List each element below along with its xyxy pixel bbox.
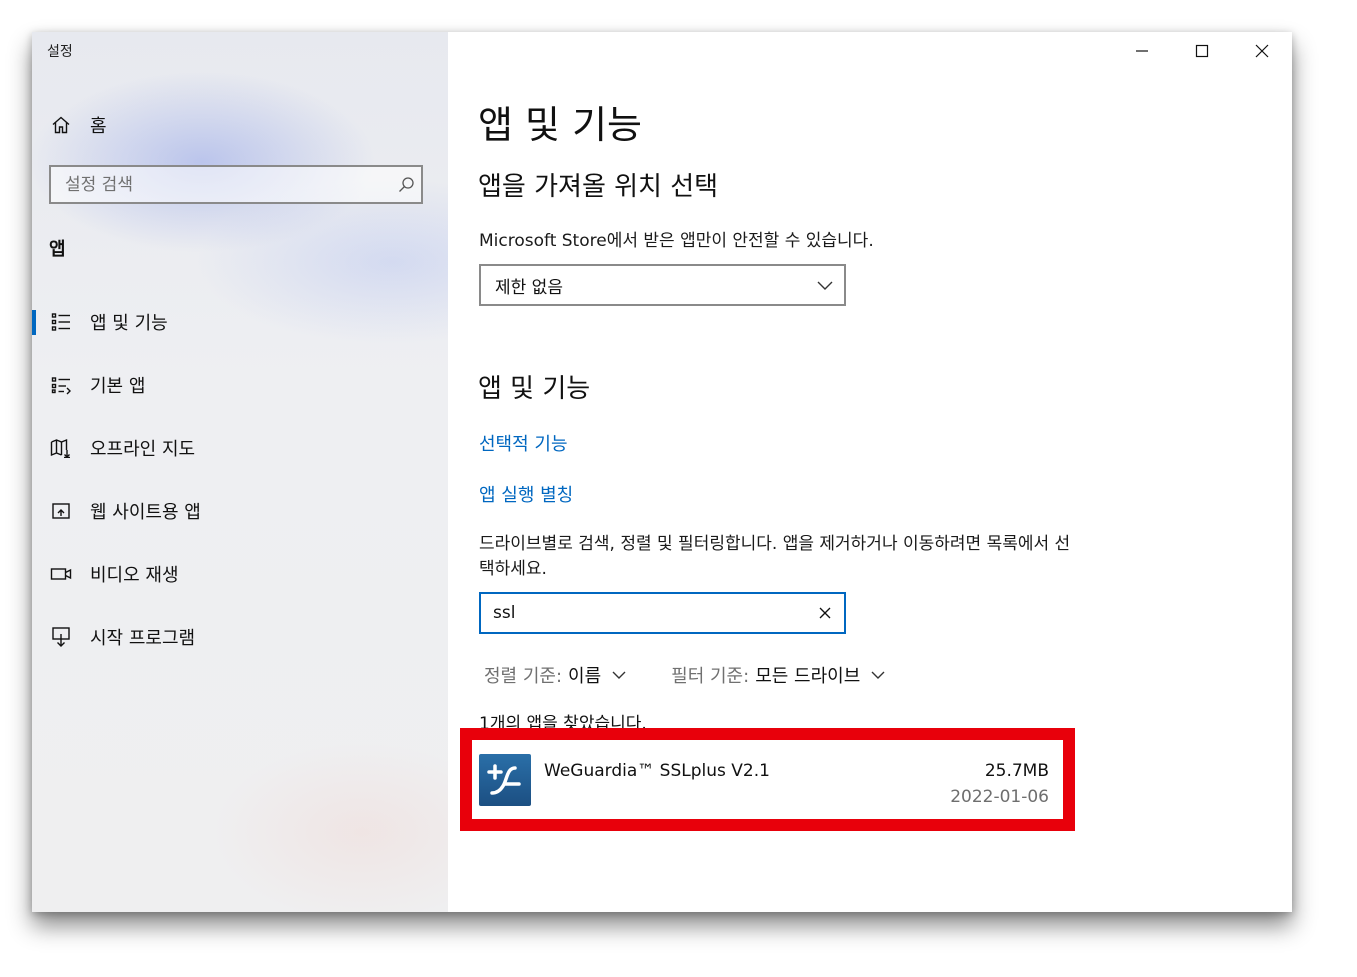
sidebar-item-label: 앱 및 기능 bbox=[90, 312, 168, 334]
home-icon bbox=[48, 112, 74, 138]
sidebar-item-video-playback[interactable]: 비디오 재생 bbox=[32, 542, 448, 605]
sidebar-item-offline-maps[interactable]: 오프라인 지도 bbox=[32, 416, 448, 479]
sidebar-item-label: 웹 사이트용 앱 bbox=[90, 501, 201, 523]
settings-search-input[interactable] bbox=[51, 173, 391, 196]
clear-icon[interactable] bbox=[806, 594, 844, 632]
app-search-input[interactable] bbox=[481, 602, 806, 624]
page-title: 앱 및 기능 bbox=[478, 103, 642, 147]
sort-key-label: 정렬 기준: bbox=[484, 666, 563, 687]
app-source-heading: 앱을 가져올 위치 선택 bbox=[478, 172, 719, 202]
filter-key-label: 필터 기준: bbox=[671, 666, 750, 687]
optional-features-link[interactable]: 선택적 기능 bbox=[479, 430, 568, 456]
app-install-date: 2022-01-06 bbox=[950, 787, 1049, 807]
sidebar-item-label: 비디오 재생 bbox=[90, 564, 179, 586]
filter-value: 모든 드라이브 bbox=[755, 666, 861, 687]
window-title: 설정 bbox=[47, 44, 73, 60]
sidebar-item-default-apps[interactable]: 기본 앱 bbox=[32, 353, 448, 416]
chevron-down-icon bbox=[870, 670, 886, 680]
sort-value: 이름 bbox=[568, 666, 602, 687]
app-source-description: Microsoft Store에서 받은 앱만이 안전할 수 있습니다. bbox=[479, 231, 874, 251]
app-meta: 25.7MB 2022-01-06 bbox=[950, 761, 1049, 807]
window-controls bbox=[1112, 32, 1292, 70]
app-source-dropdown[interactable]: 제한 없음 bbox=[479, 264, 846, 306]
filter-dropdown[interactable]: 필터 기준: 모든 드라이브 bbox=[671, 662, 886, 688]
search-icon[interactable] bbox=[391, 176, 421, 193]
default-apps-icon bbox=[48, 372, 74, 398]
sort-dropdown[interactable]: 정렬 기준: 이름 bbox=[484, 662, 627, 688]
section-label-apps: 앱 bbox=[49, 239, 66, 260]
close-button[interactable] bbox=[1232, 32, 1292, 70]
apps-features-icon bbox=[48, 309, 74, 335]
main-content: 앱 및 기능 앱을 가져올 위치 선택 Microsoft Store에서 받은… bbox=[448, 32, 1292, 912]
sidebar-item-apps-features[interactable]: 앱 및 기능 bbox=[32, 290, 448, 353]
startup-icon bbox=[48, 624, 74, 650]
app-list-item[interactable]: WeGuardia™ SSLplus V2.1 25.7MB 2022-01-0… bbox=[473, 744, 1055, 816]
weguardia-app-icon bbox=[479, 754, 531, 806]
results-count: 1개의 앱을 찾았습니다. bbox=[479, 714, 647, 734]
sidebar-item-startup[interactable]: 시작 프로그램 bbox=[32, 605, 448, 668]
minimize-button[interactable] bbox=[1112, 32, 1172, 70]
sidebar-item-label: 시작 프로그램 bbox=[90, 627, 196, 649]
sidebar-item-label: 오프라인 지도 bbox=[90, 438, 196, 460]
sidebar-item-label: 기본 앱 bbox=[90, 375, 146, 397]
sort-filter-row: 정렬 기준: 이름 필터 기준: 모든 드라이브 bbox=[484, 662, 930, 688]
settings-window: 설정 홈 앱 bbox=[32, 32, 1292, 912]
app-search-box[interactable] bbox=[479, 592, 846, 634]
app-source-value: 제한 없음 bbox=[495, 277, 563, 298]
sidebar: 설정 홈 앱 bbox=[32, 32, 448, 912]
sidebar-nav: 앱 및 기능 기본 앱 오프라인 지도 웹 사이트용 앱 비디오 재생 시작 프… bbox=[32, 290, 448, 668]
app-execution-alias-link[interactable]: 앱 실행 별칭 bbox=[479, 481, 573, 507]
settings-search-box[interactable] bbox=[49, 165, 423, 204]
offline-maps-icon bbox=[48, 435, 74, 461]
sidebar-item-home[interactable]: 홈 bbox=[48, 110, 428, 140]
video-playback-icon bbox=[48, 561, 74, 587]
chevron-down-icon bbox=[611, 670, 627, 680]
app-name: WeGuardia™ SSLplus V2.1 bbox=[544, 761, 770, 781]
apps-features-heading: 앱 및 기능 bbox=[478, 374, 591, 404]
chevron-down-icon bbox=[816, 276, 834, 295]
app-size: 25.7MB bbox=[984, 761, 1049, 781]
home-label: 홈 bbox=[90, 116, 107, 137]
maximize-button[interactable] bbox=[1172, 32, 1232, 70]
apps-for-websites-icon bbox=[48, 498, 74, 524]
search-description: 드라이브별로 검색, 정렬 및 필터링합니다. 앱을 제거하거나 이동하려면 목… bbox=[479, 534, 1071, 579]
sidebar-item-apps-for-websites[interactable]: 웹 사이트용 앱 bbox=[32, 479, 448, 542]
